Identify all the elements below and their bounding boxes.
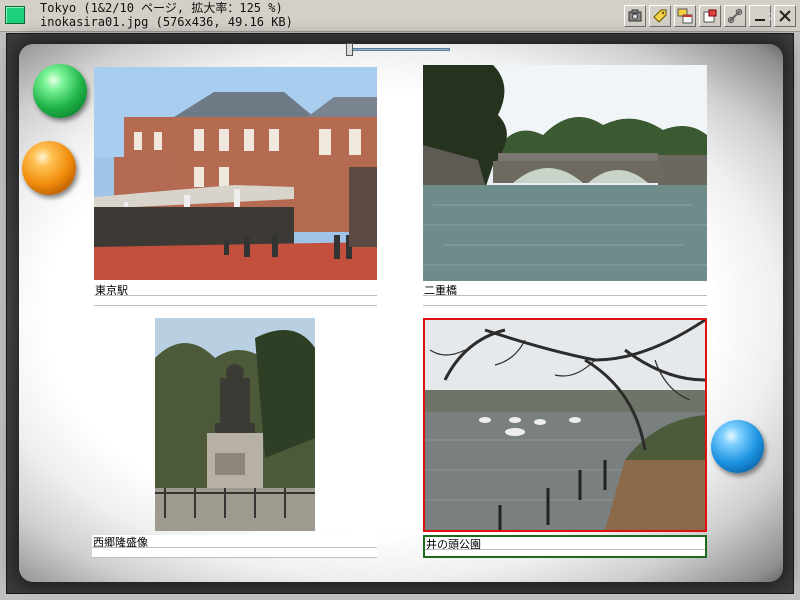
park-image: [425, 320, 705, 530]
close-button[interactable]: [774, 5, 796, 27]
left-page-number: 1: [24, 12, 31, 23]
next-page-button[interactable]: [711, 420, 764, 473]
link-button[interactable]: [724, 5, 746, 27]
export-button[interactable]: [699, 5, 721, 27]
selected-photo-caption: 井の頭公園: [423, 535, 707, 558]
link-icon: [727, 8, 743, 24]
zoom-slider-thumb[interactable]: [346, 43, 353, 56]
selected-photo-thumbnail[interactable]: [423, 318, 707, 532]
station-image: [94, 67, 377, 280]
photo-thumbnail[interactable]: [94, 67, 377, 280]
close-icon: [779, 10, 791, 22]
tag-icon: [653, 9, 667, 23]
photo-caption: 二重橋: [423, 283, 707, 306]
right-page-number: 2: [768, 12, 775, 23]
green-orb-button[interactable]: [33, 64, 87, 118]
photo-caption: 西郷隆盛像: [92, 535, 377, 558]
zoom-slider[interactable]: [350, 48, 450, 51]
camera-icon: [628, 9, 642, 22]
windows-icon: [677, 8, 693, 24]
bridge-image: [423, 65, 707, 281]
windows-button[interactable]: [674, 5, 696, 27]
photo-thumbnail[interactable]: [155, 318, 315, 531]
photo-caption: 東京駅: [94, 283, 377, 306]
minimize-icon: [755, 19, 765, 21]
app-icon[interactable]: [5, 6, 25, 24]
camera-button[interactable]: [624, 5, 646, 27]
title-bar: Tokyo (1&2/10 ページ, 拡大率：125 %) inokasira0…: [0, 0, 800, 32]
tag-button[interactable]: [649, 5, 671, 27]
export-icon: [703, 9, 717, 23]
window-title: Tokyo (1&2/10 ページ, 拡大率：125 %): [40, 1, 283, 15]
status-strip: [0, 594, 800, 600]
statue-image: [155, 318, 315, 531]
orange-orb-button[interactable]: [22, 141, 76, 195]
file-info: inokasira01.jpg (576x436, 49.16 KB): [40, 15, 293, 29]
photo-thumbnail[interactable]: [423, 65, 707, 281]
